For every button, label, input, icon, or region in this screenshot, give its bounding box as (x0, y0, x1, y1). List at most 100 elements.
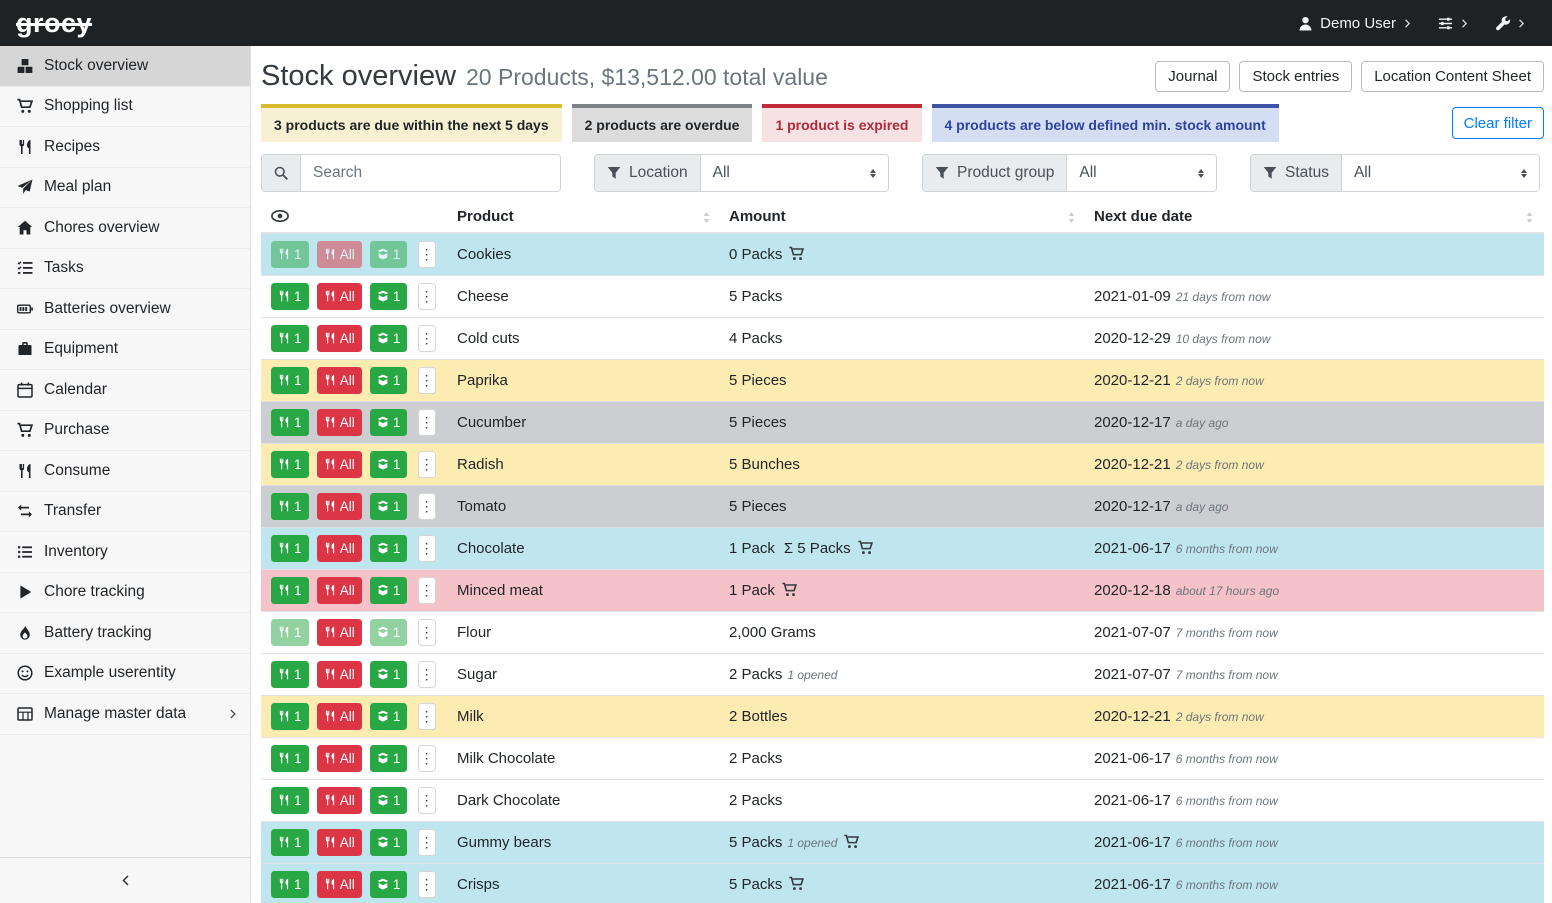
row-menu-button[interactable]: ⋮ (418, 829, 436, 856)
consume-one-button[interactable]: 1 (271, 283, 309, 310)
consume-one-button[interactable]: 1 (271, 325, 309, 352)
consume-all-button[interactable]: All (317, 829, 362, 856)
product-name[interactable]: Cheese (449, 275, 721, 317)
consume-one-button[interactable]: 1 (271, 493, 309, 520)
banner-expired[interactable]: 1 product is expired (762, 104, 921, 142)
product-name[interactable]: Minced meat (449, 569, 721, 611)
cart-icon[interactable] (858, 540, 873, 555)
consume-all-button[interactable]: All (317, 325, 362, 352)
sidebar-item-chores-overview[interactable]: Chores overview (0, 208, 250, 249)
open-one-button[interactable]: 1 (370, 787, 408, 814)
product-name[interactable]: Sugar (449, 653, 721, 695)
sidebar-item-calendar[interactable]: Calendar (0, 370, 250, 411)
sidebar-item-equipment[interactable]: Equipment (0, 330, 250, 371)
open-one-button[interactable]: 1 (370, 325, 408, 352)
product-name[interactable]: Chocolate (449, 527, 721, 569)
column-header-product[interactable]: Product (449, 202, 721, 233)
consume-one-button[interactable]: 1 (271, 619, 309, 646)
cart-icon[interactable] (789, 876, 804, 891)
product-name[interactable]: Tomato (449, 485, 721, 527)
product-name[interactable]: Milk Chocolate (449, 737, 721, 779)
consume-one-button[interactable]: 1 (271, 367, 309, 394)
product-name[interactable]: Cookies (449, 233, 721, 275)
sort-icon[interactable] (700, 211, 713, 224)
product-name[interactable]: Dark Chocolate (449, 779, 721, 821)
consume-one-button[interactable]: 1 (271, 661, 309, 688)
product-name[interactable]: Paprika (449, 359, 721, 401)
consume-all-button[interactable]: All (317, 451, 362, 478)
clear-filter-button[interactable]: Clear filter (1452, 107, 1544, 139)
banner-due[interactable]: 3 products are due within the next 5 day… (261, 104, 562, 142)
consume-one-button[interactable]: 1 (271, 451, 309, 478)
sidebar-item-consume[interactable]: Consume (0, 451, 250, 492)
admin-menu[interactable] (1495, 16, 1526, 31)
open-one-button[interactable]: 1 (370, 283, 408, 310)
open-one-button[interactable]: 1 (370, 661, 408, 688)
sort-icon[interactable] (1523, 211, 1536, 224)
sidebar-item-recipes[interactable]: Recipes (0, 127, 250, 168)
location-select[interactable]: All (701, 155, 888, 191)
open-one-button[interactable]: 1 (370, 703, 408, 730)
row-menu-button[interactable]: ⋮ (418, 325, 436, 352)
location-content-sheet-button[interactable]: Location Content Sheet (1361, 61, 1544, 92)
open-one-button[interactable]: 1 (370, 619, 408, 646)
consume-all-button[interactable]: All (317, 577, 362, 604)
sidebar-item-purchase[interactable]: Purchase (0, 411, 250, 452)
product-name[interactable]: Cucumber (449, 401, 721, 443)
open-one-button[interactable]: 1 (370, 535, 408, 562)
consume-all-button[interactable]: All (317, 493, 362, 520)
consume-one-button[interactable]: 1 (271, 409, 309, 436)
sidebar-item-inventory[interactable]: Inventory (0, 532, 250, 573)
product-name[interactable]: Milk (449, 695, 721, 737)
open-one-button[interactable]: 1 (370, 493, 408, 520)
banner-below-min[interactable]: 4 products are below defined min. stock … (932, 104, 1279, 142)
open-one-button[interactable]: 1 (370, 409, 408, 436)
consume-all-button[interactable]: All (317, 535, 362, 562)
product-name[interactable]: Radish (449, 443, 721, 485)
consume-all-button[interactable]: All (317, 283, 362, 310)
product-name[interactable]: Flour (449, 611, 721, 653)
settings-menu[interactable] (1438, 16, 1469, 31)
consume-one-button[interactable]: 1 (271, 745, 309, 772)
row-menu-button[interactable]: ⋮ (418, 409, 436, 436)
consume-all-button[interactable]: All (317, 871, 362, 898)
column-header-amount[interactable]: Amount (721, 202, 1086, 233)
product-name[interactable]: Crisps (449, 863, 721, 903)
product-group-select[interactable]: All (1067, 155, 1216, 191)
consume-all-button[interactable]: All (317, 241, 362, 268)
sidebar-item-meal-plan[interactable]: Meal plan (0, 168, 250, 209)
row-menu-button[interactable]: ⋮ (418, 577, 436, 604)
consume-all-button[interactable]: All (317, 745, 362, 772)
stock-entries-button[interactable]: Stock entries (1239, 61, 1352, 92)
journal-button[interactable]: Journal (1155, 61, 1230, 92)
sidebar-item-tasks[interactable]: Tasks (0, 249, 250, 290)
row-menu-button[interactable]: ⋮ (418, 451, 436, 478)
open-one-button[interactable]: 1 (370, 829, 408, 856)
open-one-button[interactable]: 1 (370, 241, 408, 268)
row-menu-button[interactable]: ⋮ (418, 283, 436, 310)
consume-all-button[interactable]: All (317, 619, 362, 646)
status-select[interactable]: All (1342, 155, 1539, 191)
consume-one-button[interactable]: 1 (271, 787, 309, 814)
sidebar-item-batteries-overview[interactable]: Batteries overview (0, 289, 250, 330)
consume-all-button[interactable]: All (317, 409, 362, 436)
consume-all-button[interactable]: All (317, 787, 362, 814)
sidebar-item-battery-tracking[interactable]: Battery tracking (0, 613, 250, 654)
app-logo[interactable]: grocy (16, 8, 92, 39)
sidebar-item-shopping-list[interactable]: Shopping list (0, 87, 250, 128)
row-menu-button[interactable]: ⋮ (418, 241, 436, 268)
sidebar-item-transfer[interactable]: Transfer (0, 492, 250, 533)
row-menu-button[interactable]: ⋮ (418, 367, 436, 394)
consume-one-button[interactable]: 1 (271, 577, 309, 604)
sidebar-item-stock-overview[interactable]: Stock overview (0, 46, 250, 87)
consume-one-button[interactable]: 1 (271, 829, 309, 856)
sidebar-collapse-button[interactable] (0, 857, 250, 903)
product-name[interactable]: Cold cuts (449, 317, 721, 359)
row-menu-button[interactable]: ⋮ (418, 703, 436, 730)
row-menu-button[interactable]: ⋮ (418, 871, 436, 898)
row-menu-button[interactable]: ⋮ (418, 745, 436, 772)
product-name[interactable]: Gummy bears (449, 821, 721, 863)
row-menu-button[interactable]: ⋮ (418, 535, 436, 562)
consume-all-button[interactable]: All (317, 367, 362, 394)
open-one-button[interactable]: 1 (370, 577, 408, 604)
